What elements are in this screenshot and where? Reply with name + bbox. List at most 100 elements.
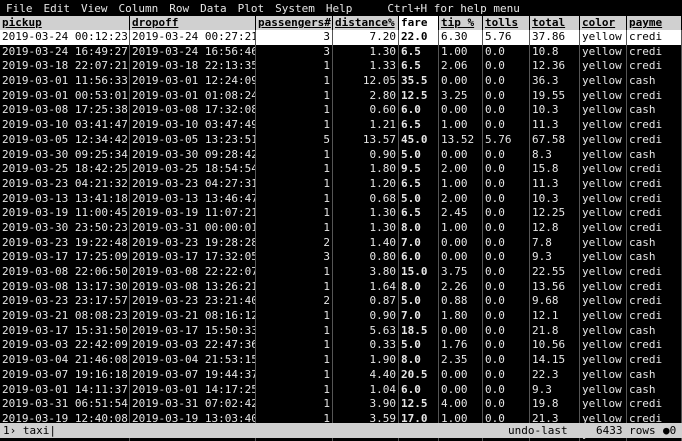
table-cell[interactable]: 5 (256, 132, 333, 148)
table-cell[interactable]: 1.30 (333, 44, 399, 60)
table-cell[interactable]: cash (627, 147, 682, 163)
table-cell[interactable]: credi (627, 353, 682, 368)
table-cell[interactable]: 12.1 (530, 309, 580, 324)
table-cell[interactable]: 2019-03-04 21:46:08 (0, 353, 130, 368)
table-row[interactable]: 2019-03-08 13:17:30 2019-03-08 13:26:21 1 1… (0, 279, 682, 295)
table-cell[interactable]: 0.00 (439, 103, 483, 119)
table-cell[interactable]: 2019-03-17 17:25:09 (0, 250, 130, 265)
table-cell[interactable]: 0.00 (439, 323, 483, 339)
table-row[interactable]: 2019-03-17 17:25:09 2019-03-17 17:32:05 3 0… (0, 250, 682, 265)
menu-column[interactable]: Column (119, 2, 159, 15)
table-cell[interactable]: 35.5 (399, 74, 439, 89)
table-cell[interactable]: 3.90 (333, 397, 399, 412)
table-cell[interactable]: 6.5 (399, 118, 439, 133)
table-cell[interactable]: 2019-03-23 23:21:40 (130, 294, 256, 310)
table-cell[interactable]: 5.76 (483, 30, 530, 45)
table-cell[interactable]: 19.8 (530, 397, 580, 412)
table-cell[interactable]: yellow (580, 250, 627, 265)
table-cell[interactable]: 2019-03-08 17:32:08 (130, 103, 256, 119)
table-cell[interactable]: 6.0 (399, 103, 439, 119)
table-row[interactable]: 2019-03-25 18:42:25 2019-03-25 18:54:54 1 1… (0, 162, 682, 177)
table-cell[interactable]: credi (627, 220, 682, 236)
table-cell[interactable]: 7.0 (399, 309, 439, 324)
table-cell[interactable]: yellow (580, 74, 627, 89)
table-cell[interactable]: 2019-03-19 11:00:45 (0, 206, 130, 221)
table-cell[interactable]: yellow (580, 309, 627, 324)
table-cell[interactable]: 1 (256, 191, 333, 207)
table-row[interactable]: 2019-03-23 04:21:32 2019-03-23 04:27:31 1 1… (0, 176, 682, 192)
table-cell[interactable]: 2019-03-03 22:47:36 (130, 338, 256, 354)
table-cell[interactable]: 2019-03-19 11:07:21 (130, 206, 256, 221)
table-cell[interactable]: 8.0 (399, 353, 439, 368)
table-cell[interactable]: 7.20 (333, 30, 399, 45)
table-cell[interactable]: yellow (580, 397, 627, 412)
table-cell[interactable]: 2019-03-13 13:46:47 (130, 191, 256, 207)
column-header[interactable]: tolls (483, 16, 530, 30)
table-cell[interactable]: 1.90 (333, 353, 399, 368)
table-cell[interactable]: 2019-03-05 12:34:42 (0, 132, 130, 148)
table-cell[interactable]: yellow (580, 162, 627, 177)
menu-row[interactable]: Row (169, 2, 189, 15)
table-cell[interactable]: 1.00 (439, 118, 483, 133)
table-cell[interactable]: 0.0 (483, 250, 530, 265)
table-cell[interactable]: 1 (256, 162, 333, 177)
table-cell[interactable]: 3 (256, 30, 333, 45)
table-cell[interactable]: 1 (256, 353, 333, 368)
table-cell[interactable]: 11.3 (530, 118, 580, 133)
table-row[interactable]: 2019-03-08 22:06:50 2019-03-08 22:22:07 1 3… (0, 265, 682, 280)
table-cell[interactable]: 8.0 (399, 279, 439, 295)
table-cell[interactable]: 2019-03-24 16:49:27 (0, 44, 130, 60)
table-cell[interactable]: credi (627, 191, 682, 207)
menu-data[interactable]: Data (200, 2, 227, 15)
column-header[interactable]: passengers# (256, 16, 333, 30)
table-cell[interactable]: 5.76 (483, 132, 530, 148)
table-cell[interactable]: 67.58 (530, 132, 580, 148)
table-cell[interactable]: 0.0 (483, 147, 530, 163)
table-cell[interactable]: 2019-03-13 13:41:18 (0, 191, 130, 207)
table-cell[interactable]: 0.00 (439, 367, 483, 383)
table-cell[interactable]: 1.80 (439, 309, 483, 324)
table-cell[interactable]: 1 (256, 338, 333, 354)
table-row[interactable]: 2019-03-23 19:22:48 2019-03-23 19:28:28 2 1… (0, 235, 682, 251)
table-cell[interactable]: yellow (580, 382, 627, 398)
table-cell[interactable]: 1 (256, 74, 333, 89)
table-cell[interactable]: 0.0 (483, 206, 530, 221)
table-row[interactable]: 2019-03-30 09:25:34 2019-03-30 09:28:42 1 0… (0, 147, 682, 163)
table-cell[interactable]: credi (627, 397, 682, 412)
table-row[interactable]: 2019-03-23 23:17:57 2019-03-23 23:21:40 2 0… (0, 294, 682, 310)
table-cell[interactable]: 1.20 (333, 176, 399, 192)
table-cell[interactable]: 0.0 (483, 235, 530, 251)
table-cell[interactable]: 3.75 (439, 265, 483, 280)
table-cell[interactable]: 15.0 (399, 265, 439, 280)
table-cell[interactable]: 1 (256, 397, 333, 412)
table-cell[interactable]: 3.25 (439, 88, 483, 104)
table-cell[interactable]: credi (627, 176, 682, 192)
table-cell[interactable]: 0.33 (333, 338, 399, 354)
table-cell[interactable]: 12.05 (333, 74, 399, 89)
table-cell[interactable]: 11.3 (530, 176, 580, 192)
table-cell[interactable]: yellow (580, 59, 627, 75)
table-cell[interactable]: 18.5 (399, 323, 439, 339)
table-cell[interactable]: 1 (256, 147, 333, 163)
table-cell[interactable]: credi (627, 206, 682, 221)
table-cell[interactable]: 12.25 (530, 206, 580, 221)
table-cell[interactable]: 2019-03-01 14:17:25 (130, 382, 256, 398)
table-cell[interactable]: 0.00 (439, 382, 483, 398)
table-cell[interactable]: 1.30 (333, 220, 399, 236)
table-cell[interactable]: 2.00 (439, 191, 483, 207)
table-cell[interactable]: 2019-03-10 03:47:49 (130, 118, 256, 133)
table-cell[interactable]: 1.30 (333, 206, 399, 221)
table-cell[interactable]: 1 (256, 206, 333, 221)
table-cell[interactable]: 1.40 (333, 235, 399, 251)
table-cell[interactable]: credi (627, 279, 682, 295)
table-cell[interactable]: 0.0 (483, 323, 530, 339)
table-cell[interactable]: 0.0 (483, 103, 530, 119)
table-cell[interactable]: 2019-03-10 03:41:47 (0, 118, 130, 133)
table-row[interactable]: 2019-03-13 13:41:18 2019-03-13 13:46:47 1 0… (0, 191, 682, 207)
table-cell[interactable]: 2019-03-08 17:25:38 (0, 103, 130, 119)
table-cell[interactable]: yellow (580, 353, 627, 368)
table-cell[interactable]: 1.76 (439, 338, 483, 354)
column-header[interactable]: fare (399, 16, 439, 30)
table-row[interactable]: 2019-03-05 12:34:42 2019-03-05 13:23:51 5 1… (0, 132, 682, 148)
table-cell[interactable]: 6.30 (439, 30, 483, 45)
